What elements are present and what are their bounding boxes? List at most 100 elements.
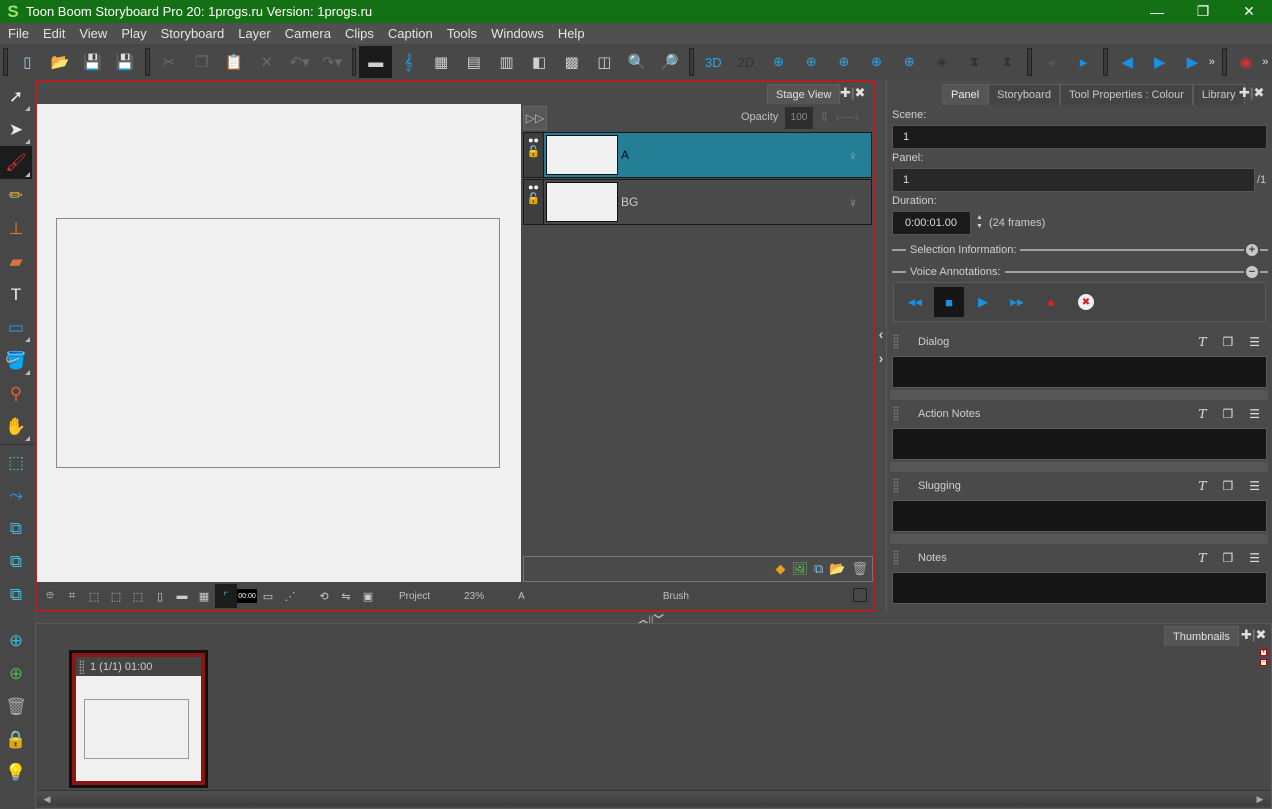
- play-icon[interactable]: ▶: [968, 287, 998, 317]
- static-camera-icon[interactable]: ⧉: [0, 512, 32, 545]
- timecode-icon[interactable]: 00:00: [237, 589, 257, 603]
- remove-transition-icon[interactable]: ⧗: [991, 46, 1024, 78]
- audio-clef-icon[interactable]: 𝄞: [392, 46, 425, 78]
- convert-3d-icon[interactable]: 3D: [697, 46, 730, 78]
- tab-library[interactable]: Library: [1192, 84, 1245, 105]
- new-panel-icon[interactable]: ⊕: [0, 624, 32, 657]
- camera-view-selector[interactable]: Project: [399, 591, 430, 602]
- menu-camera[interactable]: Camera: [278, 23, 338, 44]
- menu-caption[interactable]: Caption: [381, 23, 440, 44]
- close-view-icon[interactable]: ✖: [1254, 85, 1265, 100]
- tab-tool-properties-colour[interactable]: Tool Properties : Colour: [1059, 84, 1193, 105]
- layer-row[interactable]: ●● 🔓 A ♀: [523, 132, 872, 178]
- add-bitmap-layer-icon[interactable]: 🖼: [791, 561, 808, 577]
- add-view-icon[interactable]: ✚: [1239, 85, 1250, 100]
- field-guide-icon[interactable]: ⌗: [61, 584, 83, 608]
- eraser-tool-icon[interactable]: ▰: [0, 245, 32, 278]
- tab-storyboard[interactable]: Storyboard: [988, 84, 1060, 105]
- caption-menu-icon[interactable]: ☰: [1249, 407, 1260, 421]
- text-format-icon[interactable]: T: [1198, 479, 1206, 493]
- play-icon[interactable]: ▶: [1176, 46, 1209, 78]
- title-safe-icon[interactable]: ⬚: [105, 584, 127, 608]
- stamp-tool-icon[interactable]: ⊥: [0, 212, 32, 245]
- zoom-level[interactable]: 23%: [464, 591, 484, 602]
- single-panel-layout-icon[interactable]: ◧: [523, 46, 556, 78]
- mask-icon[interactable]: ▬: [171, 584, 193, 608]
- horizontal-scrollbar[interactable]: ◀ ▶: [37, 790, 1270, 806]
- grid-icon[interactable]: ▦: [193, 584, 215, 608]
- reset-view-icon[interactable]: ⯐: [39, 584, 61, 608]
- play-selection-icon[interactable]: ▶: [1143, 46, 1176, 78]
- rectangle-tool-icon[interactable]: ▭: [0, 311, 32, 344]
- join-panel-icon[interactable]: ◈: [926, 46, 959, 78]
- horizontal-workspace-icon[interactable]: ▬: [359, 46, 393, 78]
- delete-recording-icon[interactable]: ✖: [1078, 294, 1094, 310]
- action-safe-icon[interactable]: ⬚: [127, 584, 149, 608]
- close-view-icon[interactable]: ✖: [1256, 627, 1267, 642]
- panel-thumbnail[interactable]: 1 (1/1) 01:00: [69, 650, 208, 788]
- convert-2d-icon[interactable]: 2D: [730, 46, 763, 78]
- add-group-icon[interactable]: 📂: [829, 561, 845, 577]
- minimize-button[interactable]: —: [1134, 0, 1180, 23]
- drag-handle-icon[interactable]: [79, 659, 84, 674]
- hand-tool-icon[interactable]: ✋: [0, 410, 32, 443]
- list-layout-icon[interactable]: ▥: [490, 46, 523, 78]
- expand-layers-icon[interactable]: ▷▷: [523, 106, 547, 130]
- menu-play[interactable]: Play: [114, 23, 153, 44]
- toolbar-handle[interactable]: [1102, 48, 1108, 76]
- split-handle[interactable]: ︿||﹀: [626, 611, 676, 626]
- transform-tool-icon[interactable]: ➤: [0, 113, 32, 146]
- copy-caption-icon[interactable]: ❐: [1222, 479, 1233, 493]
- add-vector-layer-icon[interactable]: ◆: [775, 561, 785, 577]
- add-view-icon[interactable]: ✚: [840, 85, 851, 100]
- expand-icon[interactable]: +: [1246, 244, 1258, 256]
- toolbar-overflow-icon[interactable]: »: [1209, 56, 1219, 68]
- note-notes-field[interactable]: [892, 572, 1267, 604]
- next-panel-icon[interactable]: ▸: [1067, 46, 1100, 78]
- close-view-icon[interactable]: ✖: [855, 85, 866, 100]
- add-transition-icon[interactable]: ⧗: [958, 46, 991, 78]
- text-format-icon[interactable]: T: [1198, 407, 1206, 421]
- view-mode-toggle[interactable]: [853, 588, 867, 602]
- rewind-icon[interactable]: ◀◀: [900, 287, 930, 317]
- scroll-left-icon[interactable]: ◀: [39, 792, 55, 806]
- sound-scrub-icon[interactable]: ◉: [1230, 46, 1263, 78]
- add-keyframe-layer-icon[interactable]: ⧉: [0, 578, 32, 611]
- split-panel-icon[interactable]: ⊕: [860, 46, 893, 78]
- first-frame-icon[interactable]: ◀: [1111, 46, 1144, 78]
- caption-menu-icon[interactable]: ☰: [1249, 335, 1260, 349]
- zoom-out-thumbnails-icon[interactable]: −: [1260, 659, 1267, 666]
- zoom-in-thumbnails-icon[interactable]: +: [1260, 649, 1267, 656]
- paste-icon[interactable]: 📋: [218, 46, 251, 78]
- layer-row[interactable]: ●● 🔓 BG ♀: [523, 179, 872, 225]
- drag-handle-icon[interactable]: [893, 478, 899, 494]
- tab-stage-view[interactable]: Stage View: [767, 84, 841, 104]
- visibility-icon[interactable]: ●●: [528, 135, 539, 145]
- flip-view-icon[interactable]: ⇋: [335, 584, 357, 608]
- voice-annotations-section[interactable]: Voice Annotations: −: [892, 265, 1268, 279]
- menu-layer[interactable]: Layer: [231, 23, 278, 44]
- copy-caption-icon[interactable]: ❐: [1222, 551, 1233, 565]
- drawing-canvas[interactable]: [37, 104, 521, 582]
- delete-panel-icon[interactable]: 🗑: [0, 690, 32, 723]
- timeline-layout-icon[interactable]: ◫: [588, 46, 621, 78]
- drag-handle-icon[interactable]: [893, 406, 899, 422]
- menu-windows[interactable]: Windows: [484, 23, 551, 44]
- cut-icon[interactable]: ✂: [153, 46, 186, 78]
- caption-menu-icon[interactable]: ☰: [1249, 551, 1260, 565]
- smart-add-panel-icon[interactable]: ⊕: [893, 46, 926, 78]
- text-tool-icon[interactable]: T: [0, 278, 32, 311]
- maximize-button[interactable]: ❐: [1180, 0, 1226, 23]
- toolbar-handle[interactable]: [3, 48, 8, 76]
- move-layer-icon[interactable]: ⧉: [0, 545, 32, 578]
- caption-menu-icon[interactable]: ☰: [1249, 479, 1260, 493]
- collapse-icon[interactable]: −: [1246, 266, 1258, 278]
- caption-icon[interactable]: ▭: [257, 584, 279, 608]
- lock-icon[interactable]: 🔓: [527, 145, 541, 158]
- camera-mask-icon[interactable]: ⌜: [215, 584, 237, 608]
- tab-panel[interactable]: Panel: [942, 84, 989, 105]
- pencil-tool-icon[interactable]: ✏: [0, 179, 32, 212]
- open-project-icon[interactable]: 📂: [44, 46, 77, 78]
- new-project-icon[interactable]: ▯: [11, 46, 44, 78]
- save-as-icon[interactable]: 💾: [109, 46, 142, 78]
